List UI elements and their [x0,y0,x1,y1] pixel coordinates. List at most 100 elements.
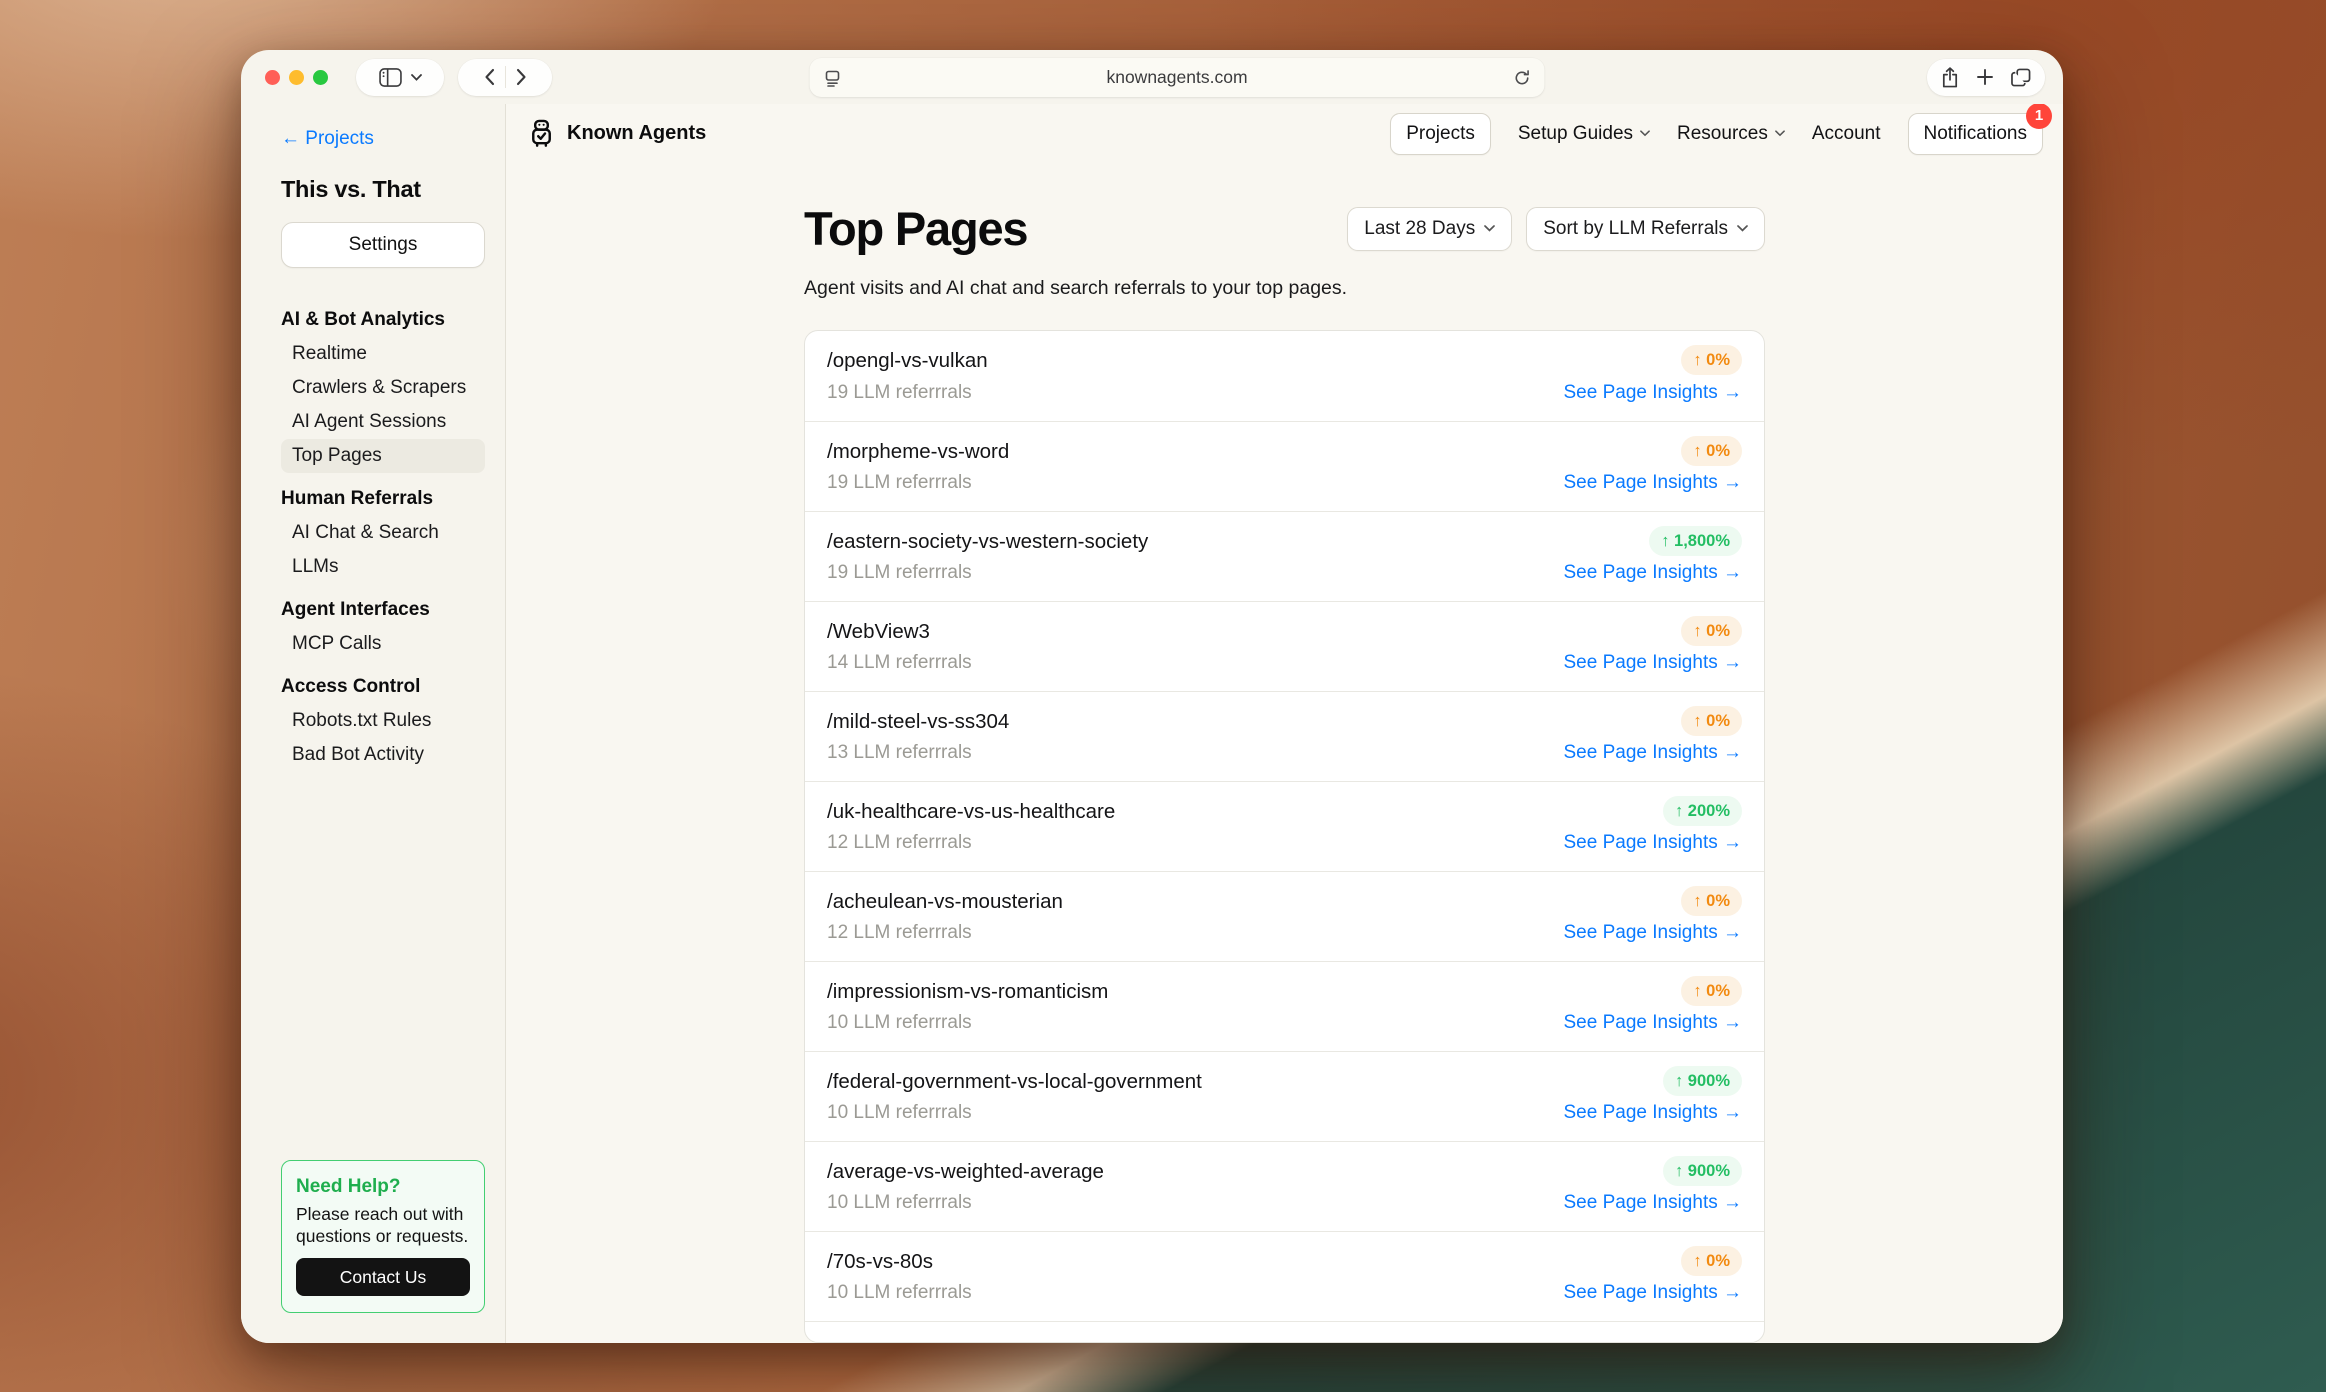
forward-button[interactable] [516,68,527,86]
project-title: This vs. That [281,176,485,203]
sidebar-section: Agent InterfacesMCP Calls [281,593,485,661]
change-badge: ↑ 200% [1663,796,1742,826]
page-row: /WebView3↑ 0%14 LLM referrralsSee Page I… [805,601,1764,691]
robot-logo-icon [526,118,557,149]
sidebar-item-top-pages[interactable]: Top Pages [281,439,485,473]
see-page-insights-link[interactable]: See Page Insights → [1564,472,1743,494]
see-page-insights-link[interactable]: See Page Insights → [1564,922,1743,944]
change-badge: ↑ 900% [1663,1156,1742,1186]
help-body: Please reach out with questions or reque… [296,1203,470,1247]
date-range-value: Last 28 Days [1364,218,1475,240]
change-badge: ↑ 0% [1681,345,1742,375]
nav-item-label: Projects [1406,123,1475,145]
sidebar-item-ai-agent-sessions[interactable]: AI Agent Sessions [281,405,485,439]
sidebar-item-ai-chat-search-llms[interactable]: AI Chat & Search LLMs [281,516,485,584]
page-row: /eastern-society-vs-western-society ↑ 1,8… [805,511,1764,601]
see-page-insights-link[interactable]: See Page Insights → [1564,1102,1743,1124]
chevron-down-icon [1484,225,1495,232]
address-bar[interactable]: knownagents.com [810,58,1545,97]
page-path: /morpheme-vs-word [827,440,1009,464]
see-page-insights-link[interactable]: See Page Insights → [1564,652,1743,674]
reload-icon[interactable] [1513,68,1532,87]
back-arrow-icon: ← [281,128,300,149]
nav-item-resources[interactable]: Resources [1677,123,1785,145]
see-page-insights-link[interactable]: See Page Insights → [1564,1192,1743,1214]
window-controls [265,70,328,85]
browser-window: knownagents.com [241,50,2063,1343]
change-badge: ↑ 0% [1681,1246,1742,1276]
minimize-window-button[interactable] [289,70,304,85]
sort-value: Sort by LLM Referrals [1543,218,1728,240]
spacer [281,772,485,1160]
sidebar-item-robots-txt-rules[interactable]: Robots.txt Rules [281,704,485,738]
sidebar-toggle-button[interactable] [356,59,444,96]
top-pages-page: Top Pages Last 28 Days Sort by LLM Refer… [804,163,1765,1343]
browser-toolbar: knownagents.com [241,50,2063,104]
page-row: /70s-vs-80s↑ 0%10 LLM referrralsSee Page… [805,1231,1764,1321]
chevron-down-icon [1737,225,1748,232]
llm-referrals-count: 10 LLM referrrals [827,1192,972,1214]
project-sidebar: ← Projects This vs. That Settings AI & B… [241,104,506,1343]
change-badge: ↑ 0% [1681,886,1742,916]
change-badge: ↑ 900% [1663,1066,1742,1096]
page-row: /uk-healthcare-vs-us-healthcare ↑ 200% 12 … [805,781,1764,871]
help-card: Need Help? Please reach out with questio… [281,1160,485,1313]
see-page-insights-link[interactable]: See Page Insights → [1564,742,1743,764]
sidebar-item-bad-bot-activity[interactable]: Bad Bot Activity [281,738,485,772]
date-range-dropdown[interactable]: Last 28 Days [1347,207,1512,251]
page-path: /uk-healthcare-vs-us-healthcare [827,800,1115,824]
llm-referrals-count: 12 LLM referrrals [827,832,972,854]
brand[interactable]: Known Agents [526,118,706,149]
sidebar-item-crawlers-scrapers[interactable]: Crawlers & Scrapers [281,371,485,405]
main-content: Known Agents Projects Setup Guides Resourc… [506,104,2063,1343]
see-page-insights-link[interactable]: See Page Insights → [1564,562,1743,584]
page-row: /average-vs-weighted-average↑ 900%10 LLM… [805,1141,1764,1231]
url-text: knownagents.com [1106,67,1247,88]
sidebar-item-mcp-calls[interactable]: MCP Calls [281,627,485,661]
chevron-down-icon [1775,130,1785,137]
page-path: /opengl-vs-vulkan [827,349,988,373]
page-subtitle: Agent visits and AI chat and search refe… [804,277,1765,300]
sidebar-item-realtime[interactable]: Realtime [281,337,485,371]
top-nav: Projects Setup Guides Resources Account Noti… [1390,113,2043,155]
llm-referrals-count: 19 LLM referrrals [827,562,972,584]
sidebar-section: Human ReferralsAI Chat & Search LLMs [281,482,485,584]
page-row-partial [805,1321,1764,1342]
share-icon[interactable] [1941,67,1959,88]
sidebar-section: AI & Bot AnalyticsRealtimeCrawlers & Scr… [281,303,485,473]
chevron-down-icon [1640,130,1650,137]
see-page-insights-link[interactable]: See Page Insights → [1564,1012,1743,1034]
page-path: /eastern-society-vs-western-society [827,530,1148,554]
page-row: /morpheme-vs-word↑ 0%19 LLM referrralsSe… [805,421,1764,511]
llm-referrals-count: 19 LLM referrrals [827,382,972,404]
pages-list: /opengl-vs-vulkan ↑ 0% 19 LLM referrrals Se… [804,330,1765,1343]
change-badge: ↑ 0% [1681,706,1742,736]
back-button[interactable] [484,68,495,86]
back-to-projects-link[interactable]: ← Projects [281,128,485,150]
settings-button[interactable]: Settings [281,222,485,268]
nav-item-setup-guides[interactable]: Setup Guides [1518,123,1650,145]
sidebar-section-title: Access Control [281,670,485,704]
see-page-insights-link[interactable]: See Page Insights → [1564,832,1743,854]
close-window-button[interactable] [265,70,280,85]
nav-item-account[interactable]: Account [1812,123,1881,145]
contact-us-button[interactable]: Contact Us [296,1258,470,1296]
new-tab-icon[interactable] [1976,68,1994,86]
llm-referrals-count: 10 LLM referrrals [827,1012,972,1034]
history-nav [458,59,552,96]
sort-dropdown[interactable]: Sort by LLM Referrals [1526,207,1765,251]
tab-overview-icon[interactable] [2011,68,2031,87]
page-path: /federal-government-vs-local-government [827,1070,1202,1094]
sidebar-toggle-icon [379,68,402,87]
nav-item-notifications[interactable]: Notifications1 [1908,113,2044,155]
change-badge: ↑ 1,800% [1649,526,1742,556]
sidebar-section-title: Agent Interfaces [281,593,485,627]
see-page-insights-link[interactable]: See Page Insights → [1564,382,1743,404]
reader-icon[interactable] [823,68,843,88]
see-page-insights-link[interactable]: See Page Insights → [1564,1282,1743,1304]
nav-item-label: Setup Guides [1518,123,1633,145]
divider [505,66,506,88]
nav-item-projects[interactable]: Projects [1390,113,1491,155]
sidebar-section-title: AI & Bot Analytics [281,303,485,337]
zoom-window-button[interactable] [313,70,328,85]
